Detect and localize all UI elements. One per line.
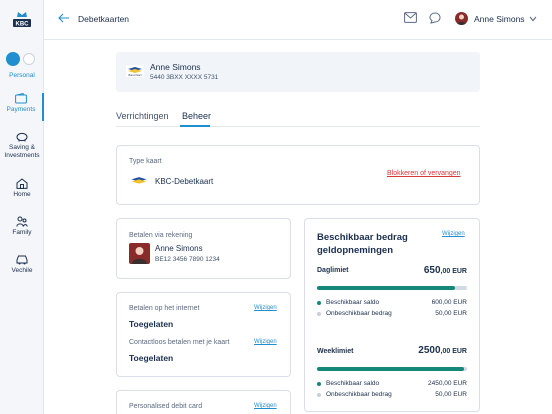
home-icon bbox=[16, 178, 28, 189]
sidebar-item-label: Payments bbox=[6, 106, 36, 113]
weekly-limit-label: Weeklimiet bbox=[317, 348, 354, 355]
daily-amount-main: 650 bbox=[423, 265, 441, 276]
top-bar: Debetkaarten Anne Simons bbox=[44, 0, 552, 40]
edit-internet-link[interactable]: Wijzigen bbox=[254, 305, 277, 311]
tab-verrichtingen[interactable]: Verrichtingen bbox=[116, 111, 169, 121]
unavailable-dot bbox=[317, 393, 321, 397]
daily-limit-amount: 650,00 EUR bbox=[424, 265, 467, 276]
sidebar: KBC Personal Payments Saving & Investmen… bbox=[0, 0, 44, 414]
sidebar-item-label: Vechile bbox=[11, 267, 33, 274]
sidebar-item-label: Personal bbox=[9, 72, 35, 79]
kbc-logo[interactable]: KBC bbox=[12, 11, 32, 29]
weekly-amount-main: 2500 bbox=[418, 345, 441, 356]
daily-available-value: 600,00 EUR bbox=[431, 299, 467, 306]
wallet-icon bbox=[15, 93, 27, 104]
contactless-value: Toegelaten bbox=[129, 353, 174, 363]
sidebar-item-home[interactable]: Home bbox=[0, 178, 44, 199]
card-type-panel: Type kaart KBC-Debetkaart Blokkeren of v… bbox=[116, 145, 480, 205]
sidebar-item-personal[interactable]: Personal bbox=[0, 70, 44, 80]
secondary-profile-icon[interactable] bbox=[23, 53, 35, 65]
card-type-name: KBC-Debetkaart bbox=[155, 177, 214, 186]
sidebar-item-label: Home bbox=[13, 191, 31, 198]
card-number: 5440 3BXX XXXX 5731 bbox=[150, 74, 219, 81]
user-name[interactable]: Anne Simons bbox=[474, 14, 525, 24]
page-title: Debetkaarten bbox=[78, 14, 130, 24]
weekly-available-label: Beschikbaar saldo bbox=[326, 380, 380, 387]
daily-amount-decimal: ,00 EUR bbox=[440, 268, 467, 275]
edit-limits-link[interactable]: Wijzigen bbox=[442, 231, 465, 237]
edit-personalised-link[interactable]: Wijzigen bbox=[254, 403, 277, 409]
sidebar-item-label: Saving & Investments bbox=[4, 144, 40, 159]
unavailable-dot bbox=[317, 312, 321, 316]
weekly-amount-decimal: ,00 EUR bbox=[440, 348, 467, 355]
card-brand-text: Bancontact bbox=[129, 73, 142, 77]
available-dot bbox=[317, 382, 321, 386]
daily-limit-label: Daglimiet bbox=[317, 267, 349, 274]
block-replace-link[interactable]: Blokkeren of vervangen bbox=[387, 170, 461, 177]
car-icon bbox=[16, 255, 28, 265]
family-icon bbox=[16, 216, 28, 227]
sidebar-item-vehicle[interactable]: Vechile bbox=[0, 254, 44, 275]
weekly-unavailable-value: 50,00 EUR bbox=[435, 391, 467, 398]
account-holder-name: Anne Simons bbox=[155, 244, 203, 253]
contactless-label: Contactloos betalen met je kaart bbox=[129, 339, 230, 346]
sidebar-item-saving[interactable]: Saving & Investments bbox=[0, 131, 44, 160]
daily-available-label: Beschikbaar saldo bbox=[326, 299, 380, 306]
weekly-available-value: 2450,00 EUR bbox=[427, 380, 467, 387]
daily-limit-bar-fill bbox=[317, 286, 456, 290]
card-summary: Bancontact Anne Simons 5440 3BXX XXXX 57… bbox=[116, 52, 480, 92]
chevron-down-icon[interactable] bbox=[529, 16, 537, 22]
daily-unavailable-label: Onbeschikbaar bedrag bbox=[326, 310, 392, 317]
account-label: Betalen via rekening bbox=[129, 232, 193, 239]
logo-text: KBC bbox=[16, 22, 30, 28]
daily-limit-bar bbox=[317, 286, 467, 290]
payment-settings-panel: Betalen op het internet Wijzigen Toegela… bbox=[116, 292, 291, 377]
weekly-unavailable-label: Onbeschikbaar bedrag bbox=[326, 391, 392, 398]
weekly-limit-bar-fill bbox=[317, 367, 464, 371]
internet-payment-label: Betalen op het internet bbox=[129, 305, 200, 312]
card-type-label: Type kaart bbox=[129, 158, 162, 165]
personalised-card-label: Personalised debit card bbox=[129, 403, 203, 410]
bancontact-card-icon: Bancontact bbox=[126, 65, 144, 77]
tab-divider bbox=[116, 126, 480, 127]
sidebar-item-label: Family bbox=[12, 229, 32, 236]
personalised-card-panel: Personalised debit card Wijzigen bbox=[116, 390, 291, 414]
available-dot bbox=[317, 301, 321, 305]
back-arrow-icon[interactable] bbox=[58, 13, 70, 23]
active-tab-indicator bbox=[180, 125, 210, 127]
limits-title: Beschikbaar bedrag geldopnemingen bbox=[317, 232, 408, 256]
card-type-icon bbox=[129, 175, 149, 188]
sidebar-item-payments[interactable]: Payments bbox=[0, 93, 44, 121]
account-panel: Betalen via rekening Anne Simons BE12 34… bbox=[116, 218, 291, 279]
withdrawal-limits-panel: Beschikbaar bedrag geldopnemingen Wijzig… bbox=[304, 218, 480, 412]
mail-icon[interactable] bbox=[404, 12, 417, 23]
edit-contactless-link[interactable]: Wijzigen bbox=[254, 339, 277, 345]
personal-avatar[interactable] bbox=[6, 52, 20, 66]
internet-payment-value: Toegelaten bbox=[129, 319, 174, 329]
tab-beheer[interactable]: Beheer bbox=[182, 111, 211, 121]
account-iban: BE12 3456 7890 1234 bbox=[155, 256, 220, 263]
card-holder-name: Anne Simons bbox=[150, 62, 201, 72]
account-avatar bbox=[129, 243, 150, 264]
piggy-bank-icon bbox=[16, 132, 28, 142]
sidebar-item-family[interactable]: Family bbox=[0, 216, 44, 237]
chat-icon[interactable] bbox=[429, 12, 441, 24]
weekly-limit-bar bbox=[317, 367, 467, 371]
user-avatar[interactable] bbox=[455, 12, 468, 25]
weekly-limit-amount: 2500,00 EUR bbox=[418, 345, 467, 356]
daily-unavailable-value: 50,00 EUR bbox=[435, 310, 467, 317]
